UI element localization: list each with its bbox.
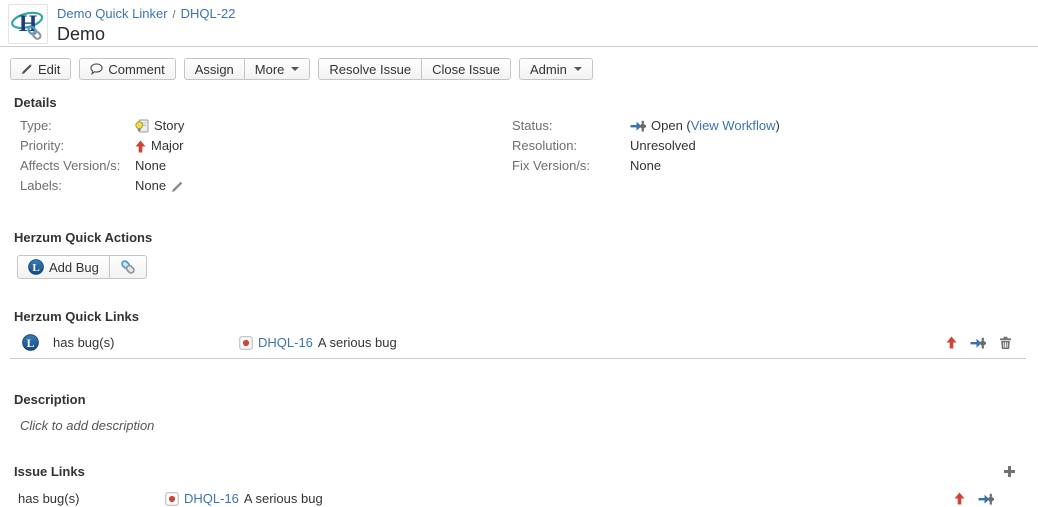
priority-major-icon (135, 140, 146, 153)
resolution-value: Unresolved (630, 139, 696, 153)
labels-label: Labels: (20, 179, 135, 193)
affects-versions-value: None (135, 159, 166, 173)
quick-link-relation: has bug(s) (53, 335, 239, 350)
linked-issue-summary: A serious bug (318, 335, 397, 350)
labels-value: None (135, 179, 166, 193)
assign-button-label: Assign (195, 62, 234, 77)
field-affects-versions: Affects Version/s: None (0, 159, 492, 173)
herzum-logo: H (8, 4, 48, 44)
add-bug-button[interactable]: L Add Bug (17, 255, 110, 279)
issue-links-heading: Issue Links (0, 464, 85, 479)
issue-title: Demo (57, 24, 236, 44)
chevron-down-icon (574, 67, 582, 71)
herzum-l-icon: L (28, 259, 44, 275)
admin-dropdown-button[interactable]: Admin (519, 58, 593, 80)
description-placeholder[interactable]: Click to add description (20, 418, 1038, 433)
status-open-icon[interactable] (970, 336, 986, 350)
quick-action-button-group: L Add Bug (17, 255, 147, 279)
trash-icon[interactable] (999, 336, 1012, 350)
bug-icon (165, 492, 179, 506)
fix-versions-label: Fix Version/s: (512, 159, 630, 173)
resolve-issue-label: Resolve Issue (329, 62, 411, 77)
resolution-label: Resolution: (512, 139, 630, 153)
description-heading: Description (0, 392, 1038, 407)
field-status: Status: Open (View Workflow) (492, 119, 1038, 133)
svg-text:L: L (32, 262, 39, 274)
status-open-icon[interactable] (978, 492, 994, 506)
edit-button-label: Edit (38, 62, 60, 77)
assign-button[interactable]: Assign (184, 58, 245, 80)
pencil-icon (21, 63, 33, 75)
field-resolution: Resolution: Unresolved (492, 139, 1038, 153)
priority-label: Priority: (20, 139, 135, 153)
status-open-icon (630, 119, 646, 133)
link-icon (120, 259, 136, 275)
view-workflow-link[interactable]: View Workflow (691, 118, 776, 133)
details-heading: Details (0, 95, 1038, 110)
issue-header: H Demo Quick Linker / DHQL-22 Demo (0, 0, 1038, 47)
type-label: Type: (20, 119, 135, 133)
more-dropdown-button[interactable]: More (244, 58, 311, 80)
linked-issue-key-link[interactable]: DHQL-16 (258, 335, 313, 350)
quick-link-actions (946, 336, 1012, 350)
herzum-l-icon: L (22, 334, 39, 351)
close-issue-button[interactable]: Close Issue (421, 58, 511, 80)
svg-text:L: L (27, 337, 35, 350)
linked-issue: DHQL-16 A serious bug (239, 335, 397, 350)
field-labels: Labels: None (0, 179, 492, 193)
comment-button-label: Comment (108, 62, 164, 77)
status-value: Open (View Workflow) (651, 119, 780, 133)
quick-link-button[interactable] (109, 255, 147, 279)
quick-links-heading: Herzum Quick Links (0, 309, 1038, 324)
status-value-suffix: ) (776, 118, 780, 133)
breadcrumb-separator: / (173, 9, 176, 21)
details-section: Details Type: Story (0, 95, 1038, 199)
quick-links-separator (10, 358, 1026, 359)
affects-versions-label: Affects Version/s: (20, 159, 135, 173)
issue-link-row: has bug(s) DHQL-16 A serious bug (18, 490, 1038, 507)
more-button-label: More (255, 62, 285, 77)
issue-toolbar: Edit Comment Assign More Resolve Issue C… (0, 47, 1038, 80)
speech-bubble-icon (90, 63, 103, 75)
admin-button-label: Admin (530, 62, 567, 77)
resolve-issue-button[interactable]: Resolve Issue (318, 58, 422, 80)
chevron-down-icon (291, 67, 299, 71)
priority-value: Major (151, 139, 184, 153)
field-type: Type: Story (0, 119, 492, 133)
close-issue-label: Close Issue (432, 62, 500, 77)
quick-link-row: L has bug(s) DHQL-16 A serious bug (22, 334, 1038, 351)
plus-icon[interactable] (1003, 465, 1016, 478)
labels-edit-pencil-icon[interactable] (171, 180, 184, 193)
priority-major-icon[interactable] (946, 336, 957, 349)
quick-actions-heading: Herzum Quick Actions (0, 230, 1038, 245)
breadcrumb-project-link[interactable]: Demo Quick Linker (57, 6, 168, 21)
issue-link-actions (954, 492, 994, 506)
workflow-buttons-group: Resolve Issue Close Issue (318, 58, 511, 80)
assign-more-group: Assign More (184, 58, 311, 80)
type-value: Story (154, 119, 184, 133)
issue-links-section: Issue Links has bug(s) DHQL-16 A serious… (0, 464, 1038, 507)
status-label: Status: (512, 119, 630, 133)
linked-issue-summary: A serious bug (244, 491, 323, 506)
field-priority: Priority: Major (0, 139, 492, 153)
status-value-prefix: Open ( (651, 118, 691, 133)
quick-links-section: Herzum Quick Links L has bug(s) DHQL-16 … (0, 309, 1038, 359)
linked-issue: DHQL-16 A serious bug (165, 491, 323, 506)
linked-issue-key-link[interactable]: DHQL-16 (184, 491, 239, 506)
quick-actions-section: Herzum Quick Actions L Add Bug (0, 230, 1038, 279)
fix-versions-value: None (630, 159, 661, 173)
description-section: Description Click to add description (0, 392, 1038, 433)
story-icon (135, 119, 149, 133)
bug-icon (239, 336, 253, 350)
breadcrumb-issue-key-link[interactable]: DHQL-22 (181, 6, 236, 21)
herzum-logo-graphic: H (10, 6, 46, 42)
field-fix-versions: Fix Version/s: None (492, 159, 1038, 173)
add-bug-button-label: Add Bug (49, 260, 99, 275)
issue-link-relation: has bug(s) (18, 491, 165, 506)
edit-button[interactable]: Edit (10, 58, 71, 80)
breadcrumb: Demo Quick Linker / DHQL-22 (57, 7, 236, 22)
comment-button[interactable]: Comment (79, 58, 175, 80)
priority-major-icon[interactable] (954, 492, 965, 505)
